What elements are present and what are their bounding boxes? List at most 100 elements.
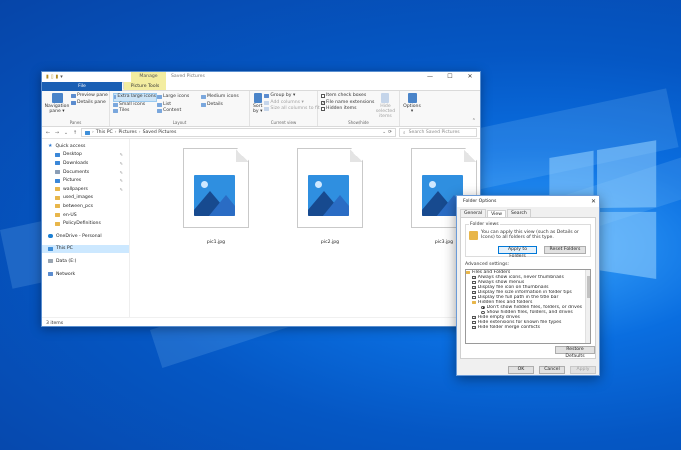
window-title: Saved Pictures [171,74,205,79]
properties-icon[interactable]: ▯ [51,74,54,80]
options-button[interactable]: Options ▾ [403,93,421,114]
ok-button[interactable]: OK [508,366,534,374]
nav-item-label: Network [56,271,76,277]
reset-folders-button[interactable]: Reset Folders [544,246,586,254]
nav-item-this-pc[interactable]: This PC [42,244,129,254]
folder-icon [469,231,478,240]
nav-item-documents[interactable]: Documents ✎ [42,168,129,177]
apply-to-folders-button[interactable]: Apply to Folders [498,246,537,259]
nav-item-used-images[interactable]: used_images [42,194,129,203]
refresh-icon[interactable]: ⟳ [388,130,392,135]
breadcrumb-separator-icon: › [138,130,141,135]
checkbox[interactable]: ✓ [472,285,476,290]
breadcrumb-pictures[interactable]: Pictures [119,130,137,135]
folder-icon[interactable]: ▮ [46,74,49,80]
breadcrumb-separator-icon: › [114,130,117,135]
quick-access-toolbar: ▮ ▯ ▮ ▾ [42,74,63,80]
file-name-extensions-checkbox[interactable]: ✓ [321,100,325,105]
advanced-settings-scrollbar[interactable] [585,270,590,343]
layout-medium-icons[interactable]: Medium icons [201,93,245,102]
recent-locations-icon[interactable]: ⌄ [63,130,69,136]
file-item-pic1[interactable]: pic1.jpg [176,148,256,245]
close-button[interactable]: ✕ [460,72,480,82]
tab-manage[interactable]: Manage [131,72,166,82]
add-columns-icon [264,100,270,105]
medium-icons-icon [201,95,206,100]
hidden-items-checkbox[interactable] [321,107,325,112]
breadcrumb-saved-pictures[interactable]: Saved Pictures [143,130,177,135]
nav-item-desktop[interactable]: Desktop ✎ [42,151,129,160]
nav-item-en-us[interactable]: en-US [42,211,129,220]
size-columns-button[interactable]: Size all columns to fit [264,106,320,113]
radio-button[interactable] [481,310,485,315]
nav-item-downloads[interactable]: Downloads ✎ [42,159,129,168]
restore-defaults-button[interactable]: Restore Defaults [555,346,595,359]
minimize-button[interactable]: — [420,72,440,82]
window-controls: — ☐ ✕ [420,72,480,82]
pin-icon: ✎ [119,152,123,158]
layout-extra-large-icons[interactable]: Extra large icons [113,93,157,102]
layout-large-icons[interactable]: Large icons [157,93,201,102]
nav-item-quick-access[interactable]: ★ Quick access [42,142,129,151]
status-bar: 3 items [42,317,480,328]
tab-file[interactable]: File [42,82,122,91]
chevron-down-icon[interactable]: ▾ [60,74,63,80]
hidden-items-toggle[interactable]: Hidden items [321,106,374,113]
setting-hide-merge-conflicts[interactable]: ✓ Hide folder merge conflicts [466,325,585,330]
hidden-items-label: Hidden items [326,106,357,111]
advanced-settings-list[interactable]: Files and Folders ✓ Always show icons, ne… [465,269,591,344]
layout-details[interactable]: Details [201,102,245,109]
address-dropdown-icon[interactable]: ⌄ [382,130,386,135]
address-bar[interactable]: › This PC › Pictures › Saved Pictures ⌄ … [81,128,396,137]
details-pane-label: Details pane [77,99,106,105]
list-icon [157,102,162,107]
collapse-ribbon-icon[interactable]: ⌃ [472,118,476,124]
nav-item-onedrive[interactable]: OneDrive - Personal [42,232,129,241]
checkbox[interactable] [472,295,476,300]
layout-content[interactable]: Content [157,108,201,115]
options-label: Options ▾ [403,104,421,114]
scrollbar-thumb[interactable] [587,276,590,298]
show-hide-group-label: Show/hide [348,120,369,125]
apply-button[interactable]: Apply [570,366,596,374]
back-arrow-icon[interactable]: ← [45,130,51,136]
tab-general[interactable]: General [460,209,487,217]
radio-button[interactable] [481,305,485,310]
nav-item-label: wallpapers [63,186,88,192]
network-icon [48,272,53,277]
maximize-button[interactable]: ☐ [440,72,460,82]
details-icon [201,102,206,107]
checkbox[interactable]: ✓ [472,315,476,320]
search-input[interactable]: ⌕ Search Saved Pictures [399,128,477,137]
new-folder-icon[interactable]: ▮ [56,74,59,80]
details-pane-button[interactable]: Details pane [71,100,108,107]
tab-search[interactable]: Search [507,209,531,217]
file-item-pic2[interactable]: pic2.jpg [290,148,370,245]
checkbox[interactable] [472,280,476,285]
item-check-boxes-checkbox[interactable] [321,94,325,99]
checkbox[interactable]: ✓ [472,290,476,295]
dialog-close-button[interactable]: ✕ [591,196,596,207]
nav-item-pictures[interactable]: Pictures ✎ [42,176,129,185]
checkbox[interactable] [472,320,476,325]
file-name: pic1.jpg [206,240,226,245]
nav-item-policy-definitions[interactable]: PolicyDefinitions [42,219,129,228]
breadcrumb-this-pc[interactable]: This PC [96,130,113,135]
nav-item-label: Desktop [63,152,82,158]
layout-group-label: Layout [172,120,187,125]
size-columns-label: Size all columns to fit [270,106,320,111]
checkbox[interactable]: ✓ [472,325,476,330]
layout-tiles[interactable]: Tiles [113,108,157,115]
navigation-pane-icon [51,93,63,103]
nav-item-between-pcs[interactable]: between_pcs [42,202,129,211]
tab-picture-tools[interactable]: Picture Tools [123,82,167,90]
nav-item-data-drive[interactable]: Data (E:) [42,257,129,266]
checkbox[interactable]: ✓ [472,275,476,280]
forward-arrow-icon[interactable]: → [54,130,60,136]
nav-item-network[interactable]: Network [42,270,129,279]
up-arrow-icon[interactable]: ↑ [72,130,78,136]
cancel-button[interactable]: Cancel [539,366,565,374]
desktop-icon [55,152,60,157]
file-name: pic2.jpg [320,240,340,245]
nav-item-wallpapers[interactable]: wallpapers ✎ [42,185,129,194]
